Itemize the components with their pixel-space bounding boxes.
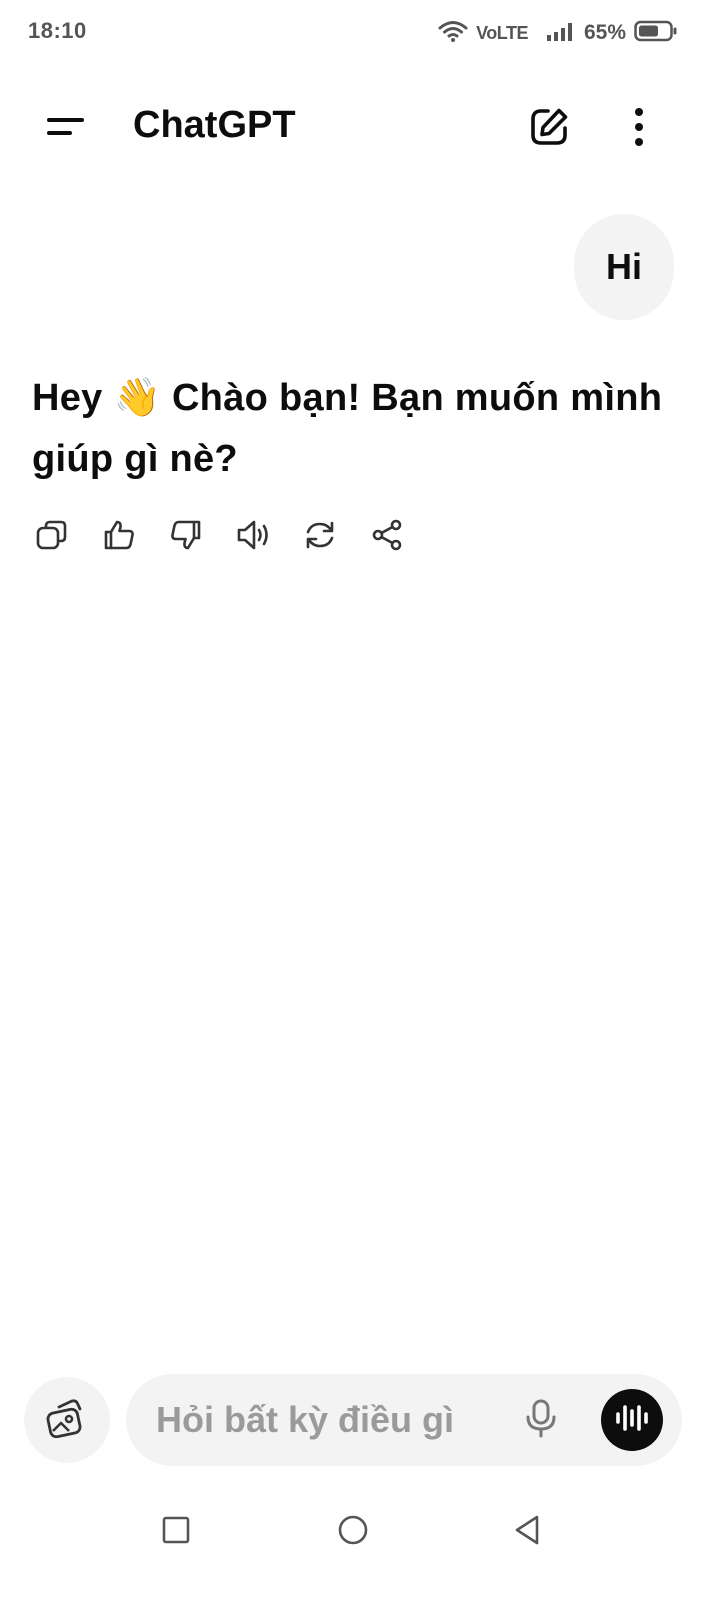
user-message-bubble[interactable]: Hi bbox=[574, 214, 674, 320]
message-input[interactable] bbox=[156, 1374, 506, 1466]
app-title: ChatGPT bbox=[133, 104, 296, 146]
recents-button[interactable] bbox=[154, 1510, 198, 1554]
back-button[interactable] bbox=[506, 1510, 550, 1554]
assistant-message: Hey 👋 Chào bạn! Bạn muốn mình giúp gì nè… bbox=[32, 377, 663, 480]
read-aloud-button[interactable] bbox=[230, 514, 276, 560]
like-button[interactable] bbox=[96, 514, 142, 560]
app-header: ChatGPT bbox=[0, 88, 720, 168]
network-label: VoLTE bbox=[476, 22, 528, 43]
system-nav-bar bbox=[0, 1500, 720, 1560]
message-actions bbox=[29, 514, 431, 560]
copy-button[interactable] bbox=[29, 514, 75, 560]
share-button[interactable] bbox=[364, 514, 410, 560]
user-message-text: Hi bbox=[606, 246, 642, 287]
status-icons: VoLTE 65% bbox=[438, 18, 678, 48]
microphone-icon bbox=[524, 1398, 558, 1443]
copy-icon bbox=[35, 518, 69, 557]
signal-icon bbox=[546, 20, 576, 47]
home-button[interactable] bbox=[331, 1510, 375, 1554]
share-icon bbox=[370, 518, 404, 557]
battery-icon bbox=[634, 20, 678, 47]
battery-percent: 65% bbox=[583, 21, 626, 44]
home-icon bbox=[337, 1514, 369, 1551]
dislike-button[interactable] bbox=[163, 514, 209, 560]
message-composer bbox=[126, 1374, 682, 1466]
voice-mode-icon bbox=[614, 1403, 650, 1438]
dictation-button[interactable] bbox=[518, 1397, 564, 1443]
speaker-icon bbox=[235, 518, 271, 557]
status-bar: 18:10 VoLTE 65% bbox=[0, 0, 720, 66]
back-icon bbox=[512, 1514, 544, 1551]
thumbs-down-icon bbox=[169, 518, 203, 557]
sidebar-menu-button[interactable] bbox=[36, 102, 96, 154]
image-attach-icon bbox=[45, 1398, 89, 1443]
regenerate-icon bbox=[302, 518, 338, 557]
voice-mode-button[interactable] bbox=[601, 1389, 663, 1451]
menu-icon bbox=[46, 112, 86, 145]
more-options-button[interactable] bbox=[612, 102, 666, 156]
regenerate-button[interactable] bbox=[297, 514, 343, 560]
thumbs-up-icon bbox=[102, 518, 136, 557]
more-vertical-icon bbox=[633, 107, 645, 152]
new-chat-icon bbox=[529, 107, 569, 152]
new-chat-button[interactable] bbox=[522, 102, 576, 156]
wifi-icon bbox=[438, 19, 468, 48]
status-time: 18:10 bbox=[28, 18, 87, 43]
recents-icon bbox=[161, 1515, 191, 1550]
attach-image-button[interactable] bbox=[24, 1377, 110, 1463]
